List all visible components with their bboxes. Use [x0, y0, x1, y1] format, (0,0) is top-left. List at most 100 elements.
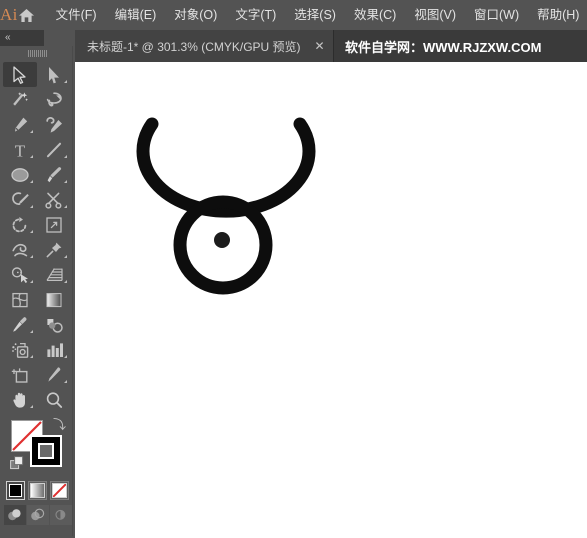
tool-lasso[interactable]: [37, 87, 71, 112]
panel-drag-handle[interactable]: [3, 46, 72, 60]
flyout-indicator: [30, 355, 33, 358]
flyout-indicator: [30, 155, 33, 158]
tool-shaper[interactable]: [3, 187, 37, 212]
menu-window[interactable]: 窗口(W): [465, 0, 528, 30]
menu-file[interactable]: 文件(F): [47, 0, 106, 30]
draw-mode-buttons: [3, 505, 72, 525]
menu-type[interactable]: 文字(T): [226, 0, 285, 30]
eyedropper-icon: [13, 316, 27, 332]
tool-free-transform[interactable]: [37, 212, 71, 237]
bar-chart-icon: [46, 342, 63, 357]
tool-symbol-sprayer[interactable]: [3, 337, 37, 362]
menu-help[interactable]: 帮助(H): [528, 0, 587, 30]
tool-eyedropper[interactable]: [3, 312, 37, 337]
colormode-gradient[interactable]: [28, 481, 47, 500]
magic-wand-icon: [13, 91, 28, 106]
flyout-indicator: [30, 230, 33, 233]
menu-effect[interactable]: 效果(C): [345, 0, 405, 30]
pen-nib-icon: [15, 117, 28, 132]
tool-blend[interactable]: [37, 312, 71, 337]
watermark-text: 软件自学网：WWW.RJZXW.COM: [345, 39, 542, 55]
mesh-icon: [12, 292, 28, 307]
lightbulb-outline-artwork[interactable]: [75, 62, 587, 538]
draw-behind-icon: [31, 508, 45, 521]
tool-width[interactable]: [3, 237, 37, 262]
tool-gradient[interactable]: [37, 287, 71, 312]
tool-shape-builder[interactable]: [3, 262, 37, 287]
tool-paintbrush[interactable]: [37, 162, 71, 187]
scissors-icon: [45, 192, 62, 209]
tool-mesh[interactable]: [3, 287, 37, 312]
tool-magic-wand[interactable]: [3, 87, 37, 112]
line-segment-icon: [46, 142, 62, 157]
document-tab-title: 未标题-1* @ 301.3% (CMYK/GPU 预览): [87, 39, 301, 54]
app-logo: Ai: [0, 5, 18, 24]
shaper-pencil-icon: [11, 191, 29, 205]
tool-hand[interactable]: [3, 387, 37, 412]
shape-builder-icon: [11, 266, 28, 283]
tool-type[interactable]: T: [3, 137, 37, 162]
document-tab-active[interactable]: 未标题-1* @ 301.3% (CMYK/GPU 预览) ✕: [75, 30, 334, 62]
tool-line-segment[interactable]: [37, 137, 71, 162]
perspective-grid-icon: [45, 267, 63, 281]
colormode-none[interactable]: [50, 481, 69, 500]
paintbrush-icon: [47, 166, 62, 182]
colormode-gradient-icon: [30, 483, 45, 498]
color-mode-buttons: [3, 481, 72, 500]
selection-arrow-icon: [13, 65, 26, 84]
rotate-icon: [12, 216, 27, 232]
lasso-icon: [46, 91, 62, 106]
tool-selection[interactable]: [3, 62, 37, 87]
gradient-icon: [46, 292, 62, 307]
stroke-swatch[interactable]: [30, 435, 62, 467]
slice-knife-icon: [48, 366, 61, 382]
drawmode-inside[interactable]: [49, 505, 72, 525]
type-T-icon: T: [15, 141, 26, 159]
colormode-color-icon: [9, 484, 22, 497]
illustrator-window: Ai 文件(F) 编辑(E) 对象(O) 文字(T) 选择(S) 效果(C) 视…: [0, 0, 587, 538]
tool-artboard[interactable]: [3, 362, 37, 387]
close-icon[interactable]: ✕: [313, 39, 327, 53]
flyout-indicator: [30, 405, 33, 408]
home-icon[interactable]: [18, 0, 35, 30]
colormode-color[interactable]: [6, 481, 25, 500]
blend-icon: [46, 318, 63, 333]
drawmode-behind[interactable]: [26, 505, 49, 525]
artboard-canvas[interactable]: [75, 62, 587, 538]
direct-selection-arrow-icon: [49, 66, 59, 83]
tool-scissors[interactable]: [37, 187, 71, 212]
svg-text:T: T: [15, 141, 26, 159]
tool-grid: T: [3, 60, 72, 412]
tool-puppet-warp[interactable]: [37, 237, 71, 262]
tool-curvature[interactable]: [37, 112, 71, 137]
collapse-panel-button[interactable]: «: [0, 30, 44, 46]
tool-pen[interactable]: [3, 112, 37, 137]
tool-ellipse[interactable]: [3, 162, 37, 187]
tool-perspective-grid[interactable]: [37, 262, 71, 287]
menu-edit[interactable]: 编辑(E): [106, 0, 166, 30]
width-tool-icon: [11, 243, 27, 256]
tool-zoom[interactable]: [37, 387, 71, 412]
menu-view[interactable]: 视图(V): [405, 0, 465, 30]
tool-column-graph[interactable]: [37, 337, 71, 362]
swap-fill-stroke-icon[interactable]: ⤵: [53, 418, 66, 431]
tools-panel: « T ⤵: [0, 30, 75, 538]
menu-select[interactable]: 选择(S): [285, 0, 345, 30]
draw-inside-icon: [55, 509, 66, 520]
ellipse-icon: [11, 167, 29, 182]
flyout-indicator: [64, 255, 67, 258]
tool-slice[interactable]: [37, 362, 71, 387]
tool-direct-selection[interactable]: [37, 62, 71, 87]
flyout-indicator: [64, 205, 67, 208]
drawmode-normal[interactable]: [3, 505, 26, 525]
tool-rotate[interactable]: [3, 212, 37, 237]
flyout-indicator: [64, 155, 67, 158]
artboard-icon: [11, 367, 27, 383]
default-fill-stroke-icon[interactable]: [10, 456, 24, 475]
flyout-indicator: [64, 80, 67, 83]
hand-icon: [12, 392, 25, 408]
watermark-label: 软件自学网：WWW.RJZXW.COM: [345, 30, 541, 62]
menu-items: 文件(F) 编辑(E) 对象(O) 文字(T) 选择(S) 效果(C) 视图(V…: [47, 0, 587, 30]
menu-object[interactable]: 对象(O): [165, 0, 226, 30]
flyout-indicator: [64, 280, 67, 283]
